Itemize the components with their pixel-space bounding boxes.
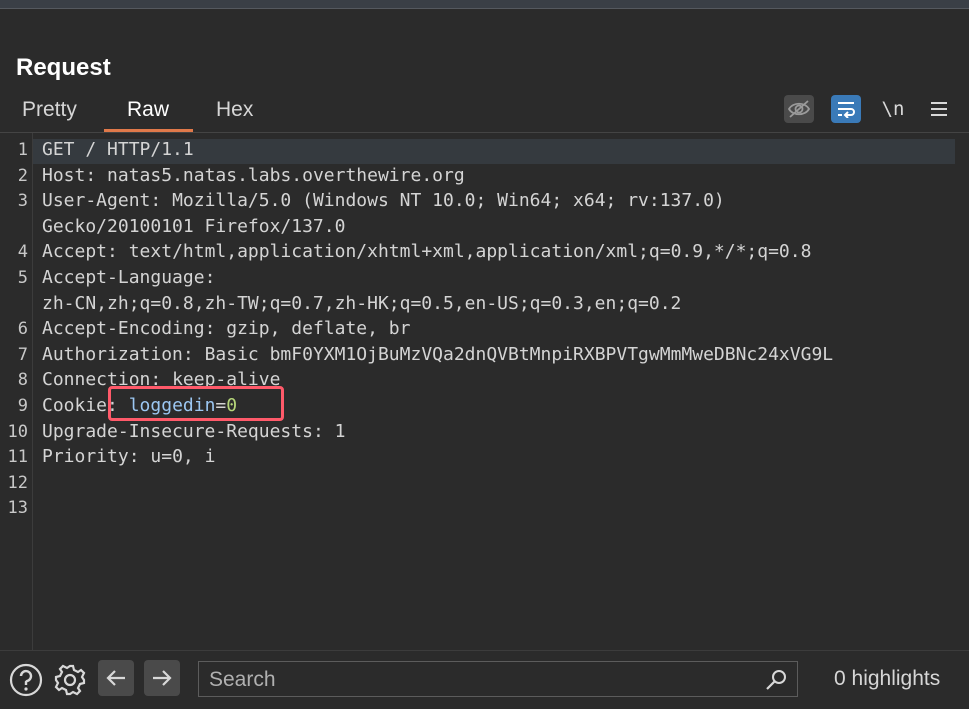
- header-separator: :: [85, 164, 108, 186]
- code-line: 5 Accept-Language:: [0, 265, 969, 291]
- options-menu-button[interactable]: [924, 95, 954, 123]
- view-tabs: Pretty Raw Hex: [0, 96, 969, 132]
- code-line: 7 Authorization: Basic bmF0YXM1OjBuMzVQa2…: [0, 342, 969, 368]
- wrap-lines-icon: [838, 102, 855, 118]
- line-content: User-Agent: Mozilla/5.0 (Windows NT 10.0…: [42, 190, 725, 211]
- next-button[interactable]: [144, 660, 180, 696]
- header-name: Upgrade-Insecure-Requests: [42, 420, 313, 442]
- line-content: Upgrade-Insecure-Requests: 1: [42, 421, 345, 442]
- header-name: Priority: [42, 446, 129, 468]
- header-separator: :: [204, 267, 216, 288]
- line-number: 3: [17, 191, 28, 212]
- header-value: zh-CN,zh;q=0.8,zh-TW;q=0.7,zh-HK;q=0.5,e…: [42, 292, 682, 314]
- hide-nonprintable-button[interactable]: [784, 95, 814, 123]
- header-value: gzip, deflate, br: [226, 318, 411, 340]
- line-number: 1: [17, 140, 28, 160]
- settings-button[interactable]: [52, 662, 88, 698]
- line-number: 7: [17, 344, 28, 365]
- header-name: Accept-Encoding: [42, 318, 205, 340]
- header-separator: :: [204, 318, 227, 340]
- header-value: Gecko/20100101 Firefox/137.0: [42, 215, 346, 237]
- line-number: 10: [7, 421, 28, 442]
- code-line: 11 Priority: u=0, i: [0, 444, 969, 470]
- menu-icon: [931, 102, 947, 116]
- annotation-box: [108, 386, 284, 421]
- highlights-count: 0 highlights: [834, 667, 941, 690]
- code-line: 13: [0, 495, 969, 521]
- code-line: 10 Upgrade-Insecure-Requests: 1: [0, 419, 969, 445]
- previous-button[interactable]: [98, 660, 134, 696]
- help-button[interactable]: [8, 662, 44, 698]
- header-name: Accept-Language: [42, 267, 205, 288]
- code-line: zh-CN,zh;q=0.8,zh-TW;q=0.7,zh-HK;q=0.5,e…: [0, 291, 969, 317]
- line-content: GET / HTTP/1.1: [42, 139, 194, 160]
- arrow-left-icon: [106, 670, 125, 686]
- tab-hex[interactable]: Hex: [216, 98, 253, 122]
- header-separator: :: [312, 420, 335, 442]
- code-line: 6 Accept-Encoding: gzip, deflate, br: [0, 316, 969, 342]
- code-line: 1 GET / HTTP/1.1: [0, 137, 969, 163]
- line-number: 6: [17, 319, 28, 340]
- header-separator: :: [107, 241, 129, 263]
- line-content: Accept: text/html,application/xhtml+xml,…: [42, 241, 811, 262]
- window-top-bar: [0, 0, 969, 9]
- header-separator: :: [128, 446, 151, 468]
- wrap-lines-button[interactable]: [831, 95, 861, 123]
- search-box: [198, 661, 798, 697]
- header-value: u=0, i: [150, 446, 216, 468]
- code-line: 3 User-Agent: Mozilla/5.0 (Windows NT 10.…: [0, 188, 969, 214]
- line-content: Accept-Language:: [42, 267, 215, 288]
- header-name: Cookie: [42, 395, 108, 416]
- code-line: 4 Accept: text/html,application/xhtml+xml…: [0, 239, 969, 265]
- tab-raw[interactable]: Raw: [127, 98, 169, 122]
- panel-title: Request: [16, 54, 111, 81]
- line-number: 12: [7, 472, 28, 493]
- line-content: Priority: u=0, i: [42, 446, 215, 467]
- code-line: 12: [0, 470, 969, 496]
- line-content: zh-CN,zh;q=0.8,zh-TW;q=0.7,zh-HK;q=0.5,e…: [42, 293, 681, 314]
- line-content: Authorization: Basic bmF0YXM1OjBuMzVQa2d…: [42, 344, 833, 365]
- line-content: Accept-Encoding: gzip, deflate, br: [42, 318, 410, 339]
- header-name: Host: [42, 164, 86, 186]
- help-icon: [9, 663, 43, 697]
- line-content: Gecko/20100101 Firefox/137.0: [42, 216, 345, 237]
- line-number: 4: [17, 242, 28, 263]
- header-name: GET / HTTP/1.1: [42, 139, 194, 160]
- gear-icon: [54, 664, 86, 696]
- line-number: 2: [17, 165, 28, 186]
- arrow-right-icon: [153, 670, 172, 686]
- line-number: 13: [7, 498, 28, 519]
- line-content: Host: natas5.natas.labs.overthewire.org: [42, 165, 465, 186]
- header-value: Mozilla/5.0 (Windows NT 10.0; Win64; x64…: [172, 190, 725, 212]
- code-line: Gecko/20100101 Firefox/137.0: [0, 214, 969, 240]
- header-separator: :: [150, 190, 173, 212]
- line-number: 11: [7, 447, 28, 468]
- line-number: 5: [17, 268, 28, 288]
- code-line: 2 Host: natas5.natas.labs.overthewire.org: [0, 163, 969, 189]
- header-value: natas5.natas.labs.overthewire.org: [107, 164, 465, 186]
- line-number: 9: [17, 396, 28, 416]
- header-value: 1: [334, 420, 346, 442]
- header-name: Authorization: [42, 343, 183, 365]
- search-icon[interactable]: [765, 669, 789, 691]
- tab-pretty[interactable]: Pretty: [22, 98, 77, 122]
- line-number: 8: [17, 370, 28, 391]
- header-name: User-Agent: [42, 190, 151, 212]
- header-separator: :: [182, 343, 205, 365]
- newline-toggle[interactable]: \n: [878, 95, 908, 123]
- header-name: Accept: [42, 241, 108, 263]
- search-input[interactable]: [207, 666, 761, 694]
- header-value: Basic bmF0YXM1OjBuMzVQa2dnQVBtMnpiRXBPVT…: [204, 343, 834, 365]
- eye-off-icon: [787, 100, 811, 118]
- header-value: text/html,application/xhtml+xml,applicat…: [128, 241, 812, 263]
